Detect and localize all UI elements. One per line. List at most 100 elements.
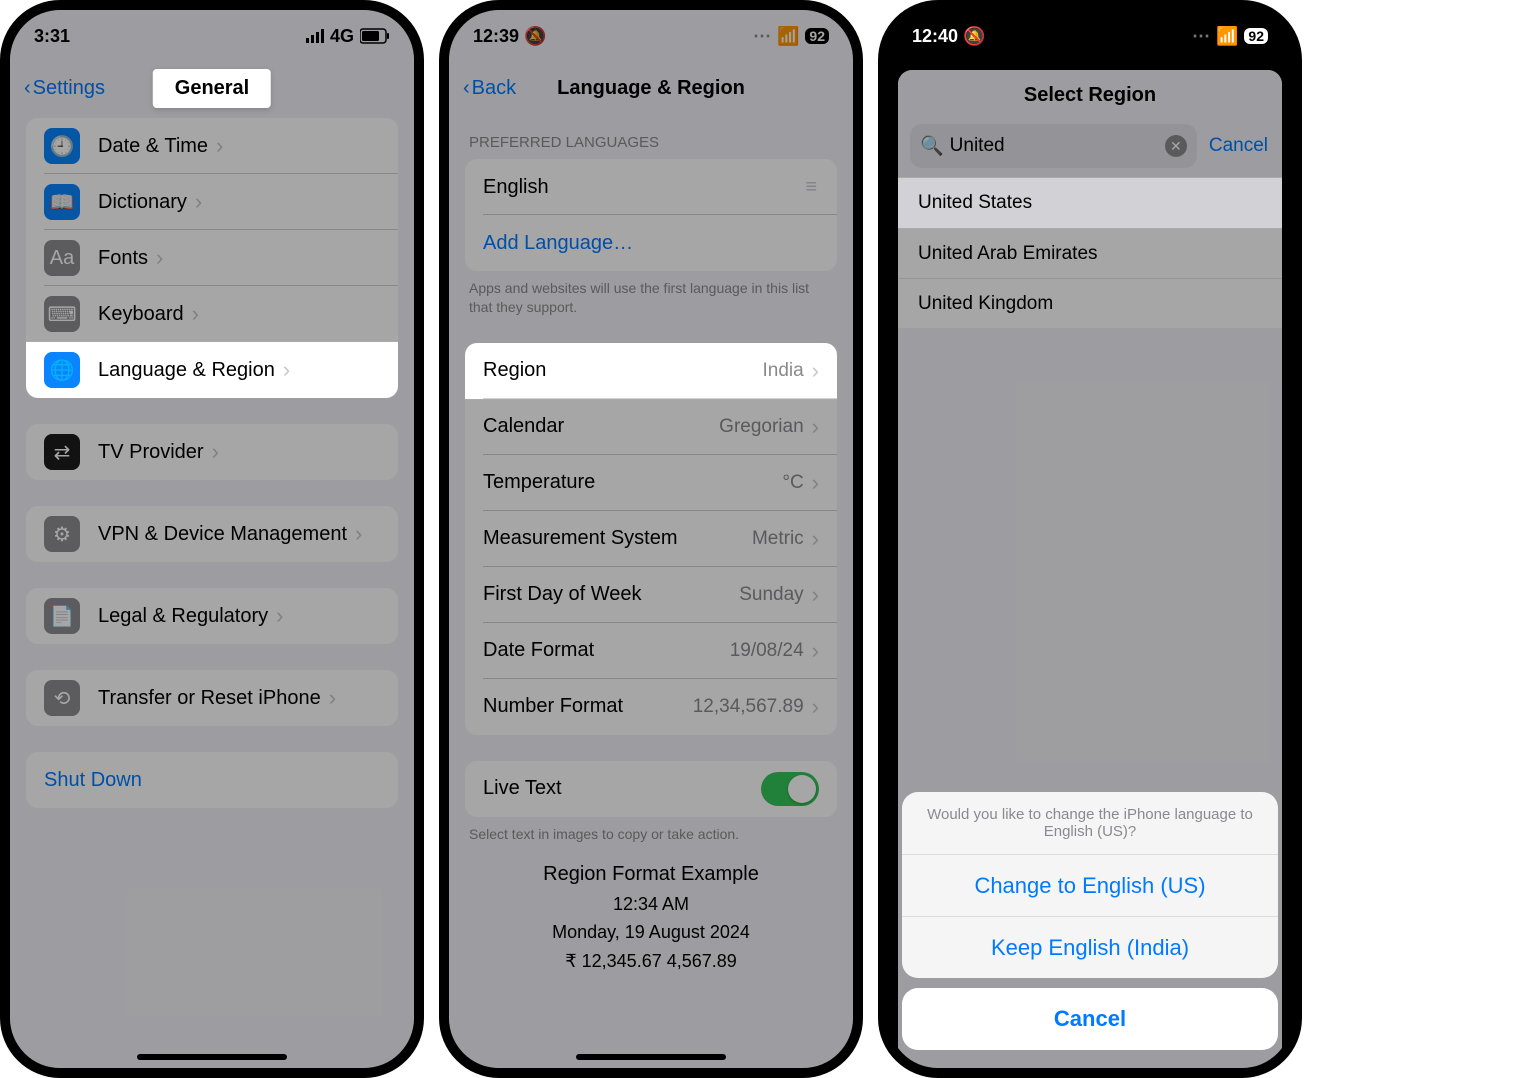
row-temperature[interactable]: Temperature °C bbox=[465, 455, 837, 511]
row-label: Calendar bbox=[483, 415, 564, 438]
chevron-right-icon bbox=[812, 694, 819, 720]
row-label: Add Language… bbox=[483, 232, 633, 255]
row-transfer-reset[interactable]: ⟲ Transfer or Reset iPhone bbox=[26, 670, 398, 726]
battery-level: 92 bbox=[1244, 28, 1268, 44]
certificate-icon: 📄 bbox=[44, 598, 80, 634]
language-footnote: Apps and websites will use the first lan… bbox=[449, 271, 853, 317]
row-calendar[interactable]: Calendar Gregorian bbox=[465, 399, 837, 455]
search-icon: 🔍 bbox=[920, 134, 944, 158]
chevron-right-icon bbox=[812, 582, 819, 608]
row-label: Date Format bbox=[483, 639, 594, 662]
home-indicator[interactable] bbox=[137, 1054, 287, 1060]
status-bar: 3:31 4G bbox=[10, 10, 414, 62]
row-value: India bbox=[762, 360, 803, 382]
keep-language-button[interactable]: Keep English (India) bbox=[902, 916, 1278, 978]
result-label: United States bbox=[918, 192, 1032, 214]
reorder-handle-icon[interactable]: ≡ bbox=[805, 176, 819, 199]
row-value: Metric bbox=[752, 528, 804, 550]
clear-search-icon[interactable]: ✕ bbox=[1165, 135, 1187, 157]
search-cancel-button[interactable]: Cancel bbox=[1209, 135, 1282, 163]
region-results: United States United Arab Emirates Unite… bbox=[898, 178, 1282, 328]
chevron-right-icon bbox=[812, 526, 819, 552]
chevron-right-icon bbox=[283, 357, 290, 383]
fonts-icon: Aa bbox=[44, 240, 80, 276]
example-title: Region Format Example bbox=[449, 858, 853, 890]
row-label: Region bbox=[483, 359, 546, 382]
row-label: Legal & Regulatory bbox=[98, 605, 268, 628]
row-dictionary[interactable]: 📖 Dictionary bbox=[26, 174, 398, 230]
select-region-screen: 12:40 🔕 ⋯ 📶 92 Select Region 🔍 United ✕ … bbox=[888, 10, 1292, 1068]
home-indicator[interactable] bbox=[576, 1054, 726, 1060]
back-button[interactable]: ‹ Back bbox=[463, 77, 516, 100]
row-region[interactable]: Region India bbox=[465, 343, 837, 399]
row-label: English bbox=[483, 176, 549, 199]
language-region-screen: 12:39 🔕 ⋯ 📶 92 ‹ Back Language & Region … bbox=[449, 10, 853, 1068]
example-line-3: ₹ 12,345.67 4,567.89 bbox=[449, 947, 853, 976]
row-live-text[interactable]: Live Text bbox=[465, 761, 837, 817]
status-time: 3:31 bbox=[34, 26, 70, 47]
live-text-footnote: Select text in images to copy or take ac… bbox=[449, 817, 853, 844]
cellular-dots-icon: ⋯ bbox=[1192, 26, 1210, 47]
row-legal[interactable]: 📄 Legal & Regulatory bbox=[26, 588, 398, 644]
chevron-right-icon bbox=[812, 638, 819, 664]
row-add-language[interactable]: Add Language… bbox=[465, 215, 837, 271]
tv-icon: ⇄ bbox=[44, 434, 80, 470]
nav-bar: ‹ Settings General bbox=[10, 62, 414, 114]
row-measurement[interactable]: Measurement System Metric bbox=[465, 511, 837, 567]
battery-icon bbox=[360, 28, 390, 44]
row-label: Fonts bbox=[98, 247, 148, 270]
row-vpn[interactable]: ⚙︎ VPN & Device Management bbox=[26, 506, 398, 562]
row-value: 12,34,567.89 bbox=[693, 696, 804, 718]
example-line-1: 12:34 AM bbox=[449, 890, 853, 919]
row-language-english[interactable]: English ≡ bbox=[465, 159, 837, 215]
row-number-format[interactable]: Number Format 12,34,567.89 bbox=[465, 679, 837, 735]
result-united-states[interactable]: United States bbox=[898, 178, 1282, 228]
change-language-button[interactable]: Change to English (US) bbox=[902, 854, 1278, 916]
row-language-region[interactable]: 🌐 Language & Region bbox=[26, 342, 398, 398]
status-time: 12:39 bbox=[473, 26, 519, 46]
row-fonts[interactable]: Aa Fonts bbox=[26, 230, 398, 286]
live-text-toggle[interactable] bbox=[761, 772, 819, 806]
wifi-icon: 📶 bbox=[777, 26, 799, 47]
search-text: United bbox=[950, 135, 1165, 157]
row-date-time[interactable]: 🕘 Date & Time bbox=[26, 118, 398, 174]
row-label: Temperature bbox=[483, 471, 595, 494]
row-keyboard[interactable]: ⌨︎ Keyboard bbox=[26, 286, 398, 342]
row-value: Gregorian bbox=[719, 416, 804, 438]
status-bar: 12:39 🔕 ⋯ 📶 92 bbox=[449, 10, 853, 62]
result-uk[interactable]: United Kingdom bbox=[898, 278, 1282, 328]
row-label: Language & Region bbox=[98, 359, 275, 382]
chevron-right-icon bbox=[355, 521, 362, 547]
globe-icon: 🌐 bbox=[44, 352, 80, 388]
chevron-right-icon bbox=[156, 245, 163, 271]
region-format-example: Region Format Example 12:34 AM Monday, 1… bbox=[449, 844, 853, 990]
chevron-right-icon bbox=[812, 358, 819, 384]
result-label: United Arab Emirates bbox=[918, 243, 1098, 265]
back-button[interactable]: ‹ Settings bbox=[24, 77, 105, 100]
row-label: Measurement System bbox=[483, 527, 678, 550]
action-sheet-cancel-button[interactable]: Cancel bbox=[902, 988, 1278, 1050]
row-label: Number Format bbox=[483, 695, 623, 718]
general-settings-screen: 3:31 4G ‹ Settings General 🕘 Date & Time… bbox=[10, 10, 414, 1068]
row-label: First Day of Week bbox=[483, 583, 642, 606]
row-first-day[interactable]: First Day of Week Sunday bbox=[465, 567, 837, 623]
chevron-right-icon bbox=[812, 470, 819, 496]
chevron-right-icon bbox=[195, 189, 202, 215]
sheet-title: Select Region bbox=[898, 70, 1282, 120]
book-icon: 📖 bbox=[44, 184, 80, 220]
nav-bar: ‹ Back Language & Region bbox=[449, 62, 853, 114]
chevron-right-icon bbox=[192, 301, 199, 327]
reset-icon: ⟲ bbox=[44, 680, 80, 716]
row-label: Keyboard bbox=[98, 303, 184, 326]
row-date-format[interactable]: Date Format 19/08/24 bbox=[465, 623, 837, 679]
row-tv-provider[interactable]: ⇄ TV Provider bbox=[26, 424, 398, 480]
result-uae[interactable]: United Arab Emirates bbox=[898, 228, 1282, 278]
wifi-icon: 📶 bbox=[1216, 26, 1238, 47]
row-shut-down[interactable]: Shut Down bbox=[26, 752, 398, 808]
cellular-dots-icon: ⋯ bbox=[753, 26, 771, 47]
bell-off-icon: 🔕 bbox=[963, 26, 985, 46]
status-bar: 12:40 🔕 ⋯ 📶 92 bbox=[888, 10, 1292, 62]
row-value: °C bbox=[782, 472, 803, 494]
back-label: Back bbox=[472, 77, 516, 100]
region-search-input[interactable]: 🔍 United ✕ bbox=[910, 124, 1197, 168]
